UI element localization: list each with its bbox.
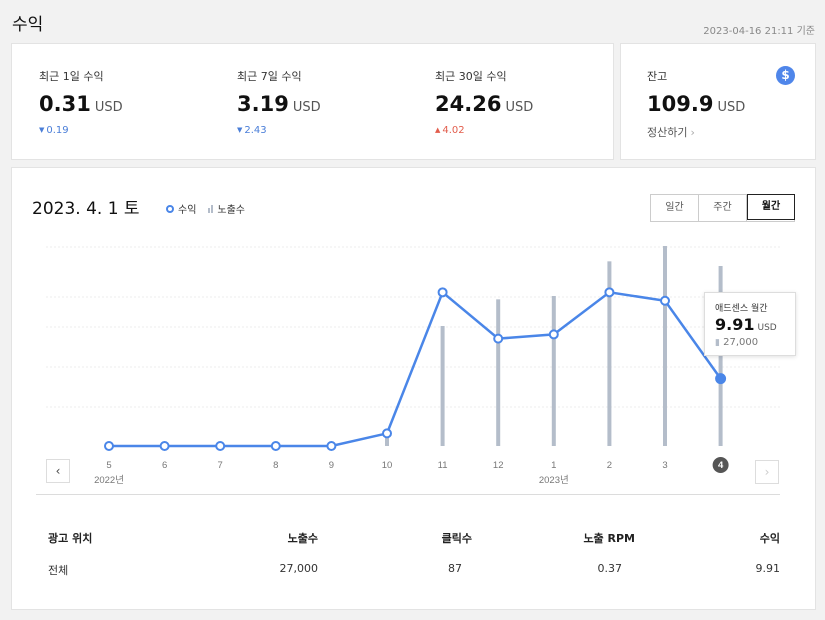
balance-number: 109.9 (647, 92, 714, 116)
updated-timestamp: 2023-04-16 21:11 기준 (703, 26, 815, 37)
legend-revenue: 수익 (166, 201, 196, 216)
tooltip-impressions-value: 27,000 (723, 337, 759, 348)
balance-label: 잔고 (647, 70, 668, 83)
period-tabs: 일간 주간 월간 (650, 194, 795, 222)
chart-legend: 수익 노출수 (166, 201, 245, 216)
tab-daily[interactable]: 일간 (651, 195, 699, 221)
stat-number: 0.31 (39, 92, 91, 116)
summary-card: 최근 1일 수익 0.31 USD ▼ 0.19 최근 7일 수익 3.19 USD … (11, 43, 614, 160)
tab-monthly[interactable]: 월간 (747, 194, 795, 220)
balance-unit: USD (717, 100, 746, 115)
col-header-impressions: 노출수 (287, 532, 318, 545)
down-triangle-icon: ▼ (39, 126, 45, 134)
cell-rpm: 0.37 (597, 562, 623, 575)
delta-value: 2.43 (244, 125, 267, 136)
page-title: 수익 (12, 15, 44, 35)
tooltip-impressions: ▮ 27,000 (715, 337, 758, 348)
stat-label: 최근 30일 수익 (435, 70, 507, 83)
stat-number: 24.26 (435, 92, 502, 116)
stat-label: 최근 1일 수익 (39, 70, 104, 83)
stat-label: 최근 7일 수익 (237, 70, 302, 83)
chart-prev-button[interactable]: ‹ (46, 459, 70, 483)
legend-impressions-label: 노출수 (217, 205, 246, 216)
col-header-clicks: 클릭수 (441, 532, 472, 545)
chevron-right-icon: › (690, 126, 695, 139)
up-triangle-icon: ▲ (435, 126, 441, 134)
col-header-revenue: 수익 (759, 532, 780, 545)
cell-impressions: 27,000 (279, 562, 319, 575)
down-triangle-icon: ▼ (237, 126, 243, 134)
stat-number: 3.19 (237, 92, 289, 116)
delta-value: 4.02 (442, 125, 465, 136)
stat-unit: USD (94, 100, 123, 115)
delta-value: 0.19 (46, 125, 69, 136)
tooltip-unit: USD (757, 323, 777, 333)
legend-revenue-label: 수익 (178, 205, 197, 216)
legend-impressions: 노출수 (208, 201, 245, 216)
stat-value: 0.31 USD (39, 92, 123, 116)
cell-clicks: 87 (448, 562, 462, 575)
balance-value: 109.9 USD (647, 92, 745, 116)
settle-label: 정산하기 (647, 126, 688, 139)
balance-card: 잔고 109.9 USD $ 정산하기 › (620, 43, 816, 160)
tab-weekly[interactable]: 주간 (699, 195, 747, 221)
stat-value: 24.26 USD (435, 92, 533, 116)
stat-delta: ▼ 2.43 (237, 125, 267, 136)
chart-tooltip: 애드센스 월간 9.91 USD ▮ 27,000 (704, 292, 796, 356)
col-header-rpm: 노출 RPM (583, 532, 635, 545)
settle-link[interactable]: 정산하기 › (647, 124, 695, 140)
table-row: 전체 27,000 87 0.37 9.91 (36, 562, 780, 578)
bar-marker-icon (208, 204, 214, 213)
cell-revenue: 9.91 (755, 562, 781, 575)
tooltip-title: 애드센스 월간 (715, 304, 768, 314)
dollar-icon: $ (776, 66, 795, 85)
chart-next-button[interactable]: › (755, 460, 779, 484)
chart-date: 2023. 4. 1 토 (32, 199, 140, 219)
cell-placement: 전체 (48, 564, 69, 577)
stat-unit: USD (505, 100, 534, 115)
chart-divider (36, 494, 780, 495)
tooltip-number: 9.91 (715, 315, 755, 334)
col-header-placement: 광고 위치 (48, 532, 93, 545)
stat-value: 3.19 USD (237, 92, 321, 116)
stat-delta: ▼ 0.19 (39, 125, 69, 136)
table-header-row: 광고 위치 노출수 클릭수 노출 RPM 수익 (36, 530, 780, 546)
circle-marker-icon (166, 204, 174, 213)
stat-unit: USD (292, 100, 321, 115)
bar-marker-icon: ▮ (715, 338, 720, 348)
tooltip-value: 9.91 USD (715, 315, 777, 334)
stat-delta: ▲ 4.02 (435, 125, 465, 136)
